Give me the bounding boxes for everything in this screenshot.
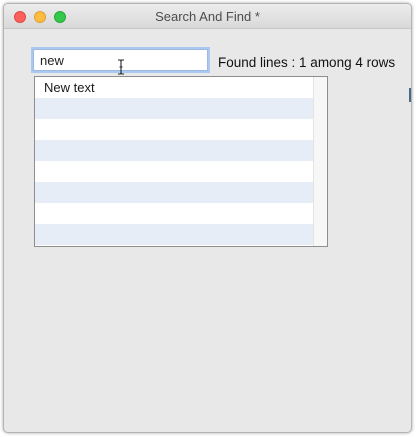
list-item[interactable] <box>35 203 313 224</box>
list-item[interactable] <box>35 140 313 161</box>
list-item[interactable] <box>35 161 313 182</box>
list-item[interactable] <box>35 98 313 119</box>
app-window: Search And Find * Found lines : 1 among … <box>3 3 412 433</box>
list-item[interactable] <box>35 224 313 245</box>
results-list: New text <box>35 77 313 246</box>
window-edge-mark <box>409 88 411 102</box>
list-item[interactable] <box>35 119 313 140</box>
title-bar[interactable]: Search And Find * <box>4 4 411 29</box>
window-title: Search And Find * <box>155 9 260 24</box>
results-panel: New text <box>34 76 328 247</box>
found-lines-status: Found lines : 1 among 4 rows <box>218 55 396 70</box>
text-cursor-icon <box>118 59 124 75</box>
results-scrollbar[interactable] <box>313 77 327 246</box>
list-item[interactable] <box>35 182 313 203</box>
list-item[interactable]: New text <box>35 77 313 98</box>
